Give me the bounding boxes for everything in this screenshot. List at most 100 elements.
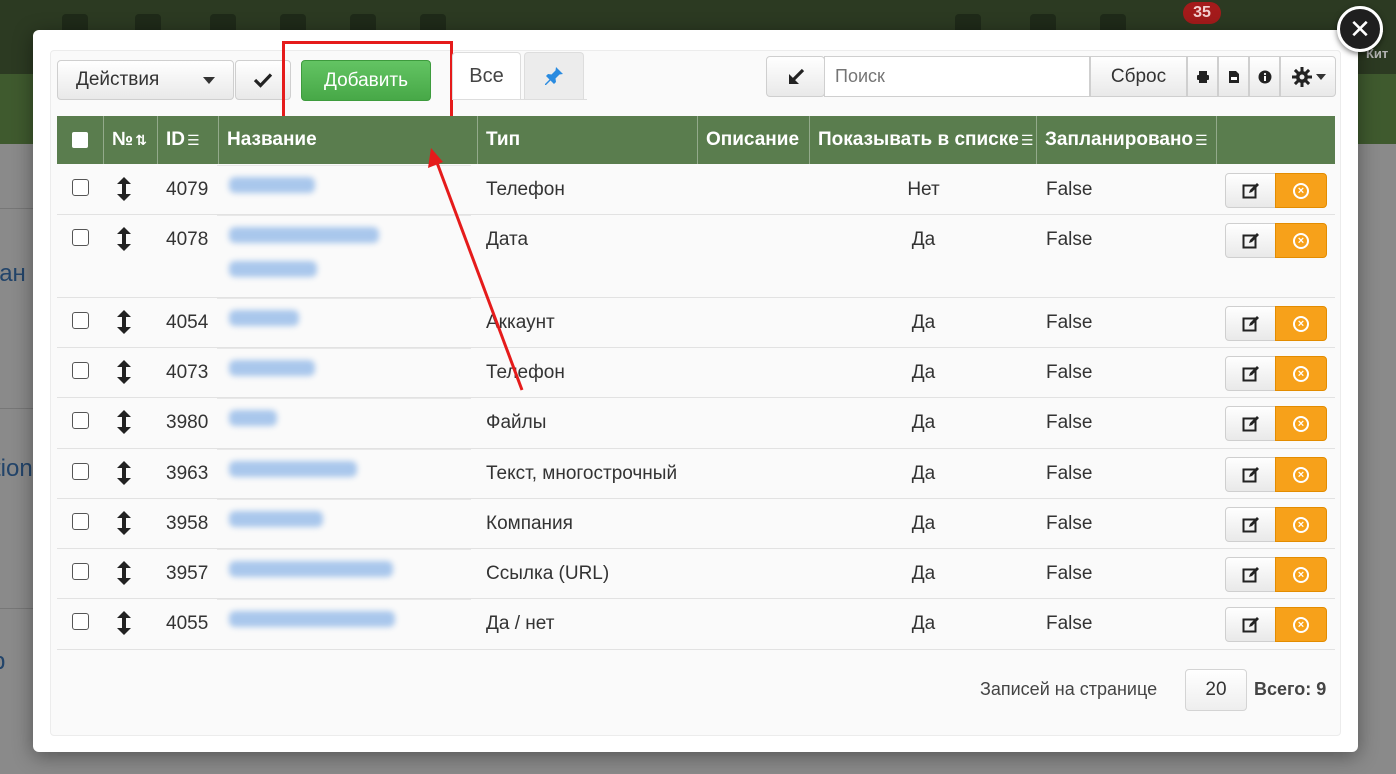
row-checkbox[interactable] [72, 463, 89, 480]
edit-icon [1242, 182, 1259, 198]
row-checkbox[interactable] [72, 513, 89, 530]
edit-button[interactable] [1225, 607, 1276, 642]
row-name-link[interactable] [229, 561, 393, 577]
drag-vertical-icon[interactable] [114, 610, 134, 636]
per-page-label: Записей на странице [980, 679, 1158, 699]
row-id: 4073 [166, 362, 209, 383]
edit-button[interactable] [1225, 356, 1276, 391]
table-row: 3963 Текст, многострочный Да False × [57, 449, 1335, 499]
header-description[interactable]: Описание [698, 116, 810, 164]
drag-vertical-icon[interactable] [114, 560, 134, 586]
row-type: Компания [486, 513, 573, 534]
drag-vertical-icon[interactable] [114, 510, 134, 536]
row-show-in-list: Да [911, 563, 936, 584]
table-row: 3958 Компания Да False × [57, 499, 1335, 549]
edit-icon [1242, 466, 1259, 482]
select-all-checkbox[interactable] [72, 132, 88, 148]
row-name-divider [217, 165, 471, 166]
edit-button[interactable] [1225, 406, 1276, 441]
row-scheduled: False [1046, 229, 1093, 250]
row-name-link[interactable] [229, 410, 277, 426]
sort-icon: ☰ [1195, 131, 1208, 148]
header-type[interactable]: Тип [478, 116, 698, 164]
arrow-down-left-icon [788, 68, 804, 84]
edit-button[interactable] [1225, 223, 1276, 258]
row-name-link[interactable] [229, 177, 315, 193]
drag-vertical-icon[interactable] [114, 226, 134, 252]
header-name[interactable]: Название [219, 116, 478, 164]
edit-button[interactable] [1225, 457, 1276, 492]
info-button[interactable] [1249, 56, 1280, 97]
row-name-link[interactable] [229, 611, 395, 627]
row-checkbox[interactable] [72, 563, 89, 580]
row-name-link[interactable] [229, 511, 323, 527]
delete-button[interactable]: × [1275, 406, 1327, 441]
search-input[interactable] [824, 56, 1090, 97]
row-name-link[interactable] [229, 461, 357, 477]
row-name-link[interactable] [229, 310, 299, 326]
actions-dropdown[interactable]: Действия [57, 60, 234, 100]
tab-all[interactable]: Все [452, 52, 521, 99]
edit-button[interactable] [1225, 507, 1276, 542]
row-checkbox[interactable] [72, 362, 89, 379]
delete-button[interactable]: × [1275, 306, 1327, 341]
row-show-in-list: Да [911, 463, 936, 484]
edit-button[interactable] [1225, 557, 1276, 592]
settings-dropdown[interactable] [1280, 56, 1336, 97]
drag-vertical-icon[interactable] [114, 409, 134, 435]
header-show-in-list[interactable]: Показывать в списке ☰ [810, 116, 1037, 164]
row-checkbox[interactable] [72, 613, 89, 630]
row-id: 3957 [166, 563, 209, 584]
row-name-link[interactable] [229, 227, 379, 243]
edit-icon [1242, 232, 1259, 248]
tab-pinned[interactable] [524, 52, 584, 99]
row-scheduled: False [1046, 613, 1093, 634]
row-checkbox[interactable] [72, 312, 89, 329]
header-num[interactable]: № ⇅ [104, 116, 158, 164]
delete-button[interactable]: × [1275, 557, 1327, 592]
drag-vertical-icon[interactable] [114, 359, 134, 385]
edit-button[interactable] [1225, 306, 1276, 341]
edit-icon [1242, 365, 1259, 381]
delete-button[interactable]: × [1275, 507, 1327, 542]
delete-circle-icon: × [1293, 315, 1309, 332]
row-scheduled: False [1046, 312, 1093, 333]
delete-button[interactable]: × [1275, 173, 1327, 208]
row-id: 3980 [166, 412, 209, 433]
reset-button[interactable]: Сброс [1090, 56, 1187, 97]
row-id: 4078 [166, 229, 209, 250]
delete-circle-icon: × [1293, 566, 1309, 583]
row-name-link[interactable] [229, 360, 315, 376]
row-scheduled: False [1046, 463, 1093, 484]
export-button[interactable] [1218, 56, 1249, 97]
delete-button[interactable]: × [1275, 457, 1327, 492]
header-actions [1217, 116, 1335, 164]
bg-text-fragment: p [0, 648, 5, 676]
delete-button[interactable]: × [1275, 356, 1327, 391]
select-all-header[interactable] [57, 116, 104, 164]
table-header: № ⇅ ID ☰ Название Тип Описание Показывать … [57, 116, 1335, 164]
edit-icon [1242, 415, 1259, 431]
notification-badge: 35 [1183, 2, 1221, 24]
header-num-label: № [112, 129, 134, 150]
row-checkbox[interactable] [72, 179, 89, 196]
delete-circle-icon: × [1293, 232, 1309, 249]
per-page-select[interactable]: 20 [1185, 669, 1247, 711]
header-scheduled[interactable]: Запланировано ☰ [1037, 116, 1217, 164]
row-checkbox[interactable] [72, 412, 89, 429]
drag-vertical-icon[interactable] [114, 309, 134, 335]
row-checkbox[interactable] [72, 229, 89, 246]
delete-button[interactable]: × [1275, 607, 1327, 642]
row-show-in-list: Да [911, 362, 936, 383]
drag-vertical-icon[interactable] [114, 460, 134, 486]
print-button[interactable] [1187, 56, 1218, 97]
edit-icon [1242, 315, 1259, 331]
delete-button[interactable]: × [1275, 223, 1327, 258]
drag-vertical-icon[interactable] [114, 176, 134, 202]
header-id[interactable]: ID ☰ [158, 116, 219, 164]
row-name-link[interactable] [229, 261, 317, 277]
collapse-button[interactable] [766, 56, 825, 97]
row-id: 4079 [166, 179, 209, 200]
close-modal-button[interactable]: ✕ [1337, 6, 1383, 52]
edit-button[interactable] [1225, 173, 1276, 208]
